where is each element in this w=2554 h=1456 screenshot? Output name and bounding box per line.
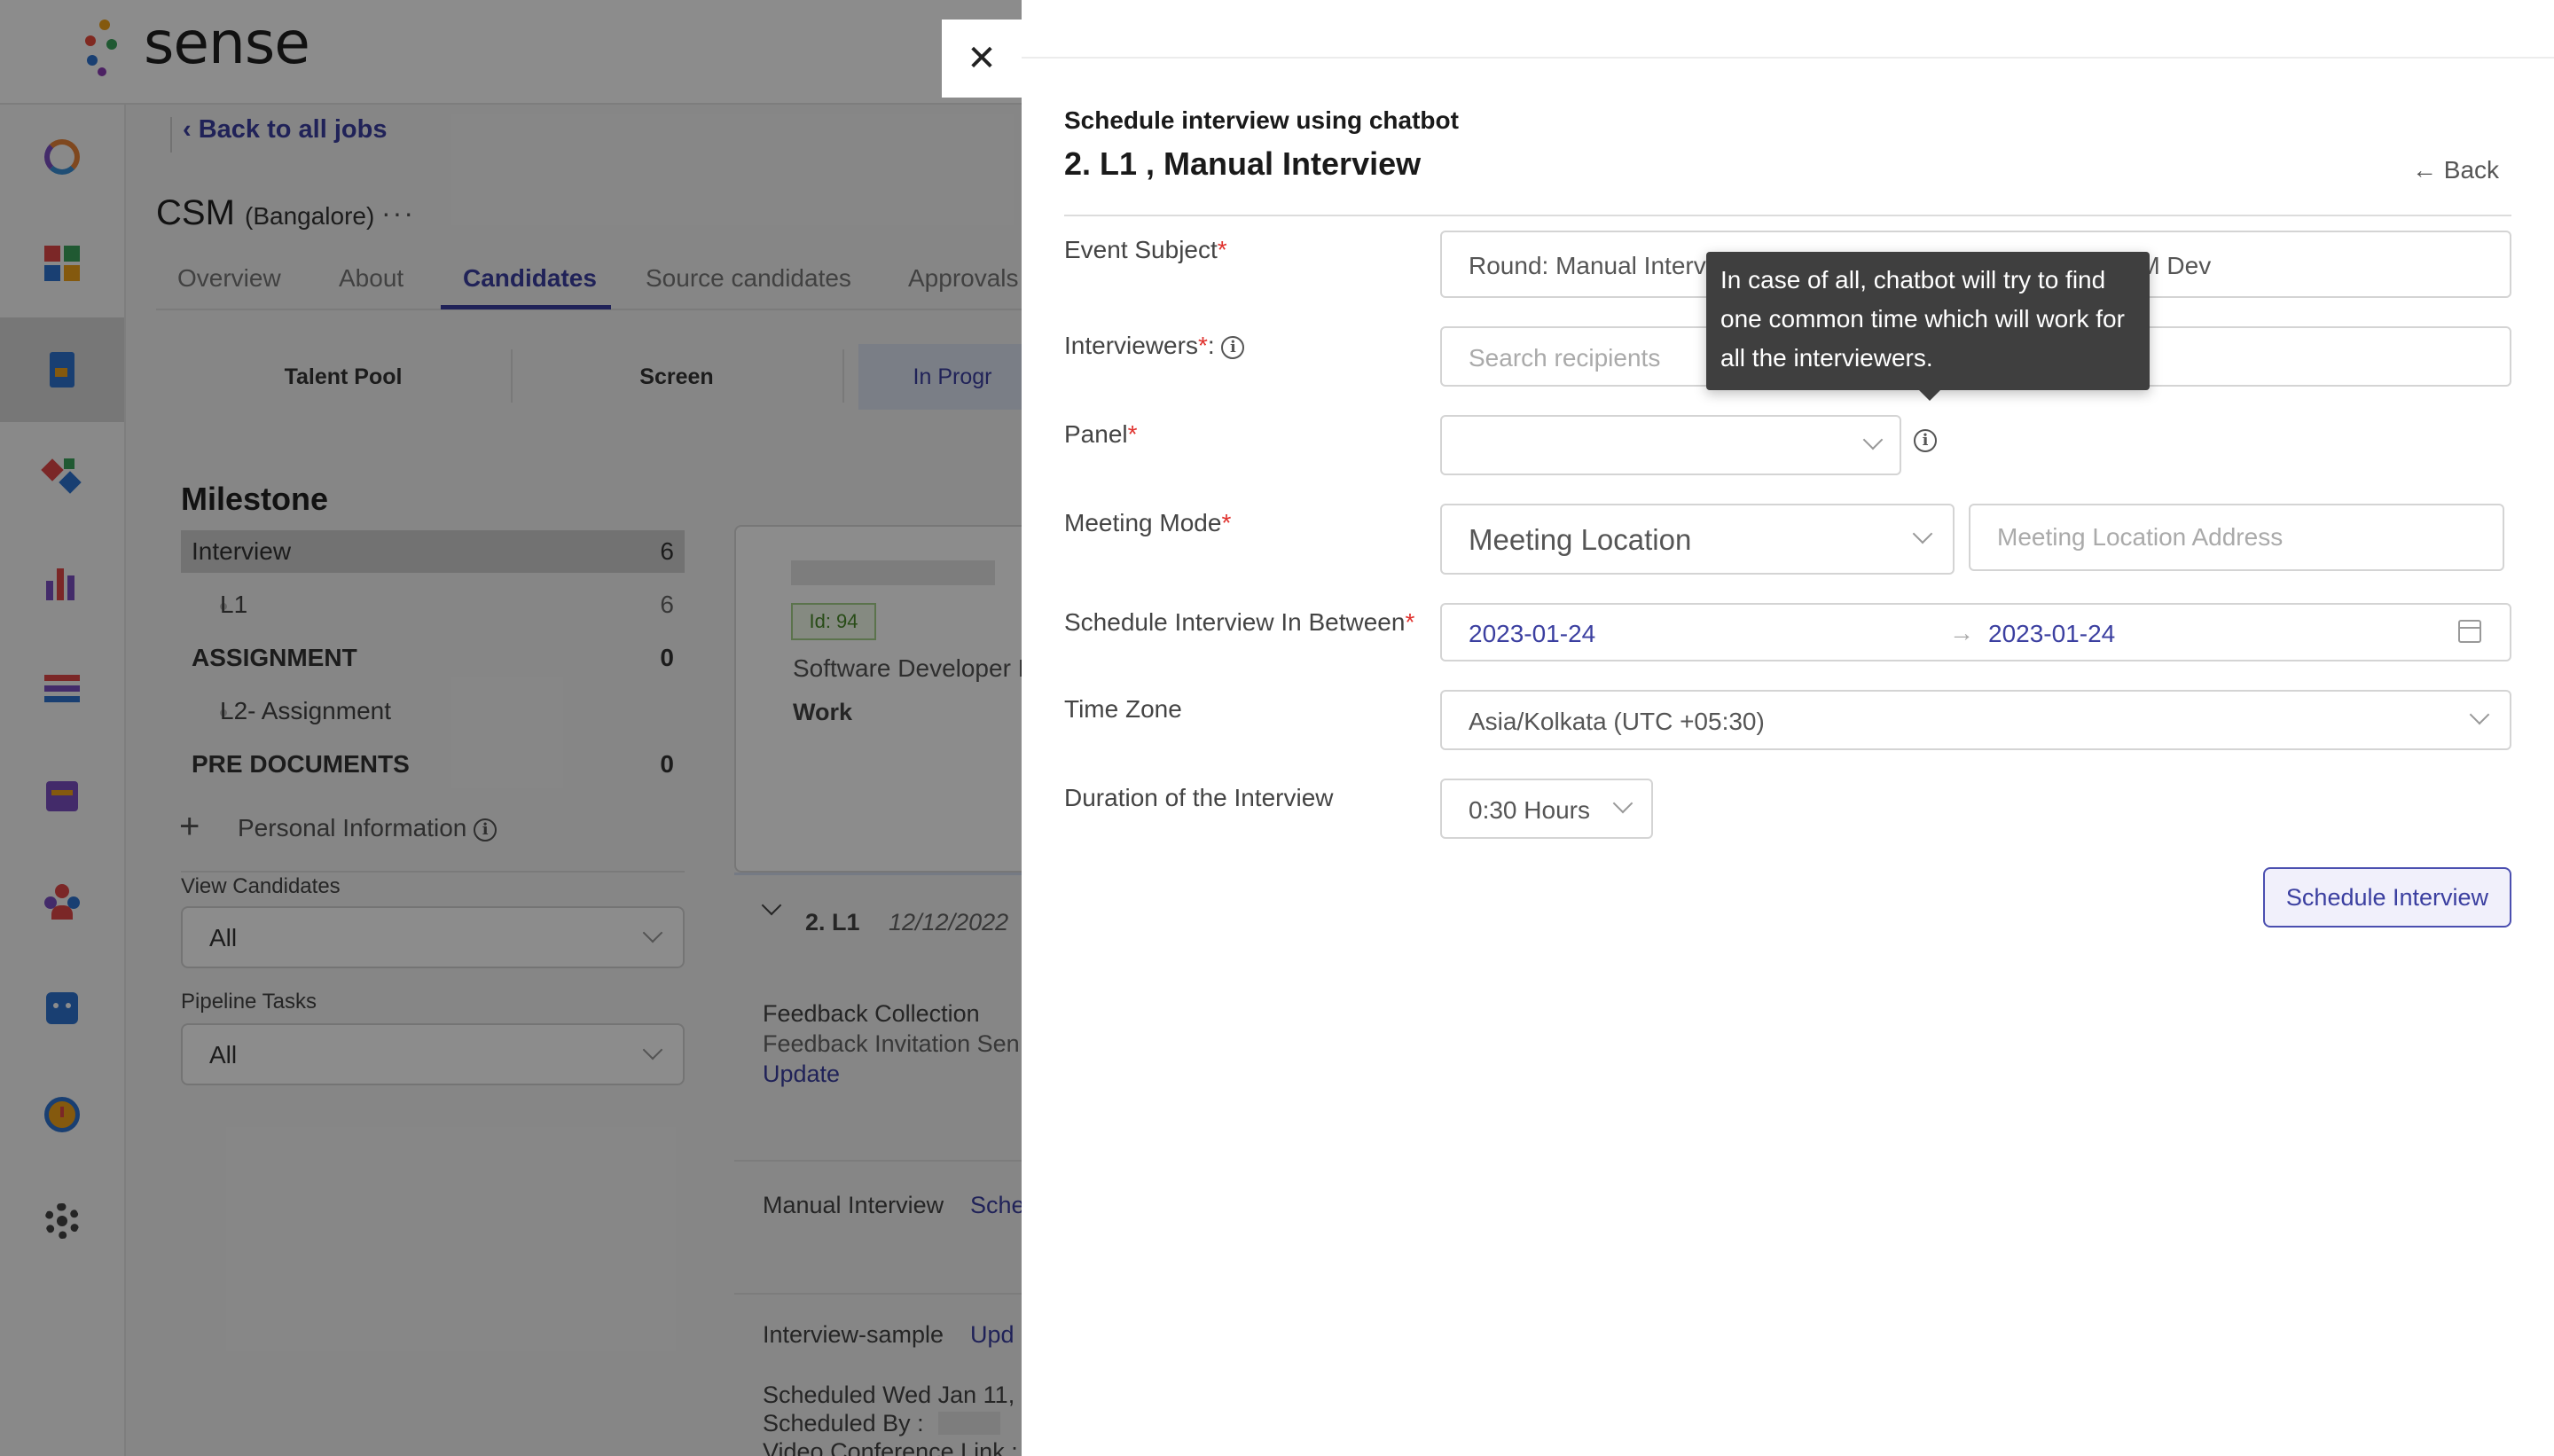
tooltip-arrow [1917, 388, 1942, 401]
required-marker: * [1405, 608, 1415, 636]
info-icon: i [1914, 429, 1937, 452]
duration-select[interactable]: 0:30 Hours [1440, 779, 1653, 839]
required-marker: * [1221, 509, 1232, 536]
panel-select[interactable] [1440, 415, 1901, 475]
panel-label-text: Panel [1064, 420, 1128, 448]
event-subject-label: Event Subject* [1064, 236, 1227, 264]
info-icon[interactable]: i [1221, 335, 1245, 359]
schedule-between-label: Schedule Interview In Between* [1064, 608, 1414, 637]
time-zone-select[interactable]: Asia/Kolkata (UTC +05:30) [1440, 690, 2511, 750]
date-range-start[interactable]: 2023-01-24 [1469, 620, 1595, 648]
chevron-down-icon [1912, 523, 1933, 544]
schedule-interview-button[interactable]: Schedule Interview [2263, 867, 2511, 928]
interviewers-label: Interviewers*: i [1064, 332, 1245, 360]
time-zone-label: Time Zone [1064, 695, 1182, 723]
schedule-between-label-text: Schedule Interview In Between [1064, 608, 1406, 636]
interviewers-label-suffix: : [1207, 332, 1215, 359]
meeting-mode-label: Meeting Mode* [1064, 509, 1231, 537]
drawer-subtitle: Schedule interview using chatbot [1064, 106, 1459, 134]
time-zone-value: Asia/Kolkata (UTC +05:30) [1469, 708, 1765, 735]
duration-label: Duration of the Interview [1064, 784, 1334, 811]
meeting-location-address-input[interactable]: Meeting Location Address [1969, 504, 2504, 571]
drawer-header-divider [1022, 57, 2554, 59]
calendar-icon [2458, 620, 2481, 643]
meeting-mode-value: Meeting Location [1469, 523, 1692, 556]
drawer-title: 2. L1 , Manual Interview [1064, 145, 1422, 182]
required-marker: * [1217, 236, 1227, 263]
chevron-down-icon [1862, 429, 1884, 450]
meeting-mode-select[interactable]: Meeting Location [1440, 504, 1955, 575]
panel-info[interactable]: i [1914, 429, 1937, 452]
date-range-end[interactable]: 2023-01-24 [1988, 620, 2115, 648]
required-marker: * [1127, 420, 1138, 448]
drawer-title-divider [1064, 215, 2511, 216]
chevron-down-icon [2469, 704, 2490, 725]
back-button[interactable]: ← Back [2412, 156, 2499, 184]
meeting-mode-label-text: Meeting Mode [1064, 509, 1222, 536]
chevron-down-icon [1612, 793, 1633, 814]
event-subject-label-text: Event Subject [1064, 236, 1218, 263]
interviewers-placeholder: Search recipients [1469, 344, 1661, 372]
duration-value: 0:30 Hours [1469, 796, 1590, 824]
panel-label: Panel* [1064, 420, 1138, 449]
interviewers-tooltip: In case of all, chatbot will try to find… [1706, 252, 2150, 390]
required-marker: * [1197, 332, 1208, 359]
arrow-right-icon: → [1949, 619, 1974, 646]
meeting-location-address-placeholder: Meeting Location Address [1997, 523, 2284, 551]
date-range-picker[interactable]: 2023-01-24 → 2023-01-24 [1440, 603, 2511, 661]
interviewers-label-text: Interviewers [1064, 332, 1198, 359]
close-icon[interactable]: ✕ [942, 20, 1022, 98]
modal-backdrop[interactable] [0, 0, 1022, 1456]
